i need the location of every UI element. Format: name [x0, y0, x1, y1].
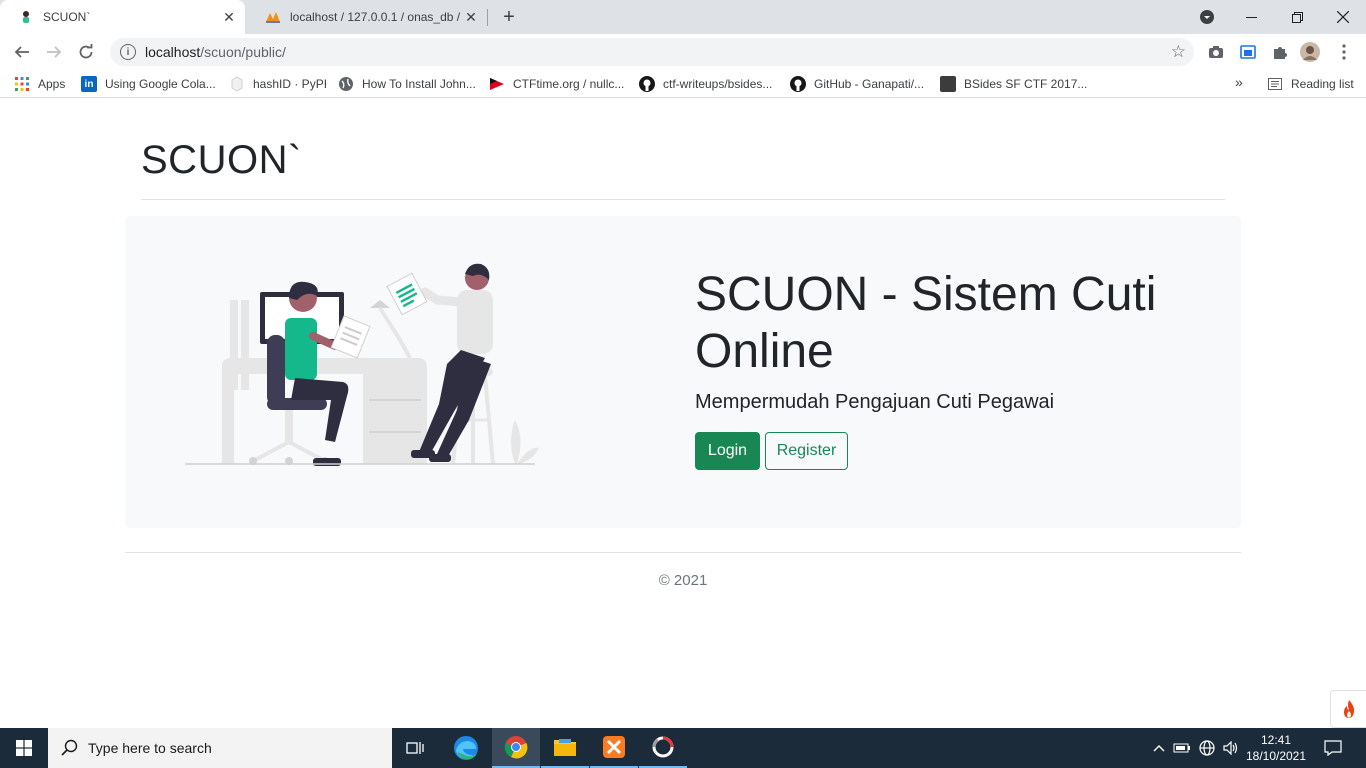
footer-divider: [125, 552, 1241, 553]
search-placeholder: Type here to search: [88, 740, 212, 756]
task-view-icon[interactable]: [392, 728, 440, 768]
clock-date: 18/10/2021: [1245, 749, 1307, 763]
page-icon: [940, 76, 956, 92]
footer-copyright: © 2021: [658, 572, 708, 589]
bookmark-label: How To Install John...: [362, 77, 476, 91]
search-icon: [61, 739, 78, 756]
hero-section: SCUON - Sistem Cuti Online Mempermudah P…: [125, 216, 1241, 528]
bookmark-label: ctf-writeups/bsides...: [663, 77, 773, 91]
globe-icon: [338, 76, 354, 92]
github-icon: [790, 76, 806, 92]
windows-taskbar: Type here to search 12:41 18/10/2021: [0, 728, 1366, 768]
bookmark-label: Using Google Cola...: [105, 77, 216, 91]
tab-close-icon[interactable]: ✕: [219, 7, 239, 27]
notifications-icon[interactable]: [1320, 728, 1346, 768]
network-globe-icon[interactable]: [1196, 728, 1218, 768]
chrome-icon[interactable]: [492, 728, 540, 768]
windows-start-icon[interactable]: [0, 728, 48, 768]
browser-toolbar: i localhost/scuon/public/ ☆: [0, 34, 1366, 70]
bookmarks-overflow[interactable]: »: [1235, 74, 1243, 90]
clock-time: 12:41: [1260, 733, 1292, 747]
site-info-icon[interactable]: i: [120, 44, 136, 60]
header-divider: [141, 199, 1225, 200]
extensions-puzzle-icon[interactable]: [1270, 42, 1290, 62]
debug-toolbar-fire-icon[interactable]: [1330, 690, 1366, 728]
bookmark-label: Apps: [38, 77, 66, 91]
tab-strip: SCUON` ✕ localhost / 127.0.0.1 / onas_db…: [0, 0, 1366, 34]
screenshot-extension-icon[interactable]: [1238, 42, 1258, 62]
tab-phpmyadmin[interactable]: localhost / 127.0.0.1 / onas_db / i ✕: [247, 0, 487, 34]
tab-close-icon[interactable]: ✕: [461, 7, 481, 27]
url-text: localhost/scuon/public/: [145, 44, 286, 60]
bookmark-bsides-sf[interactable]: BSides SF CTF 2017...: [940, 76, 1087, 92]
apps-grid-icon: [14, 76, 30, 92]
bookmark-install-john[interactable]: How To Install John...: [338, 76, 476, 92]
pypi-icon: [229, 76, 245, 92]
ctftime-icon: [489, 76, 505, 92]
register-button[interactable]: Register: [765, 432, 848, 470]
tab-separator: [487, 9, 488, 26]
app-ring-icon[interactable]: [639, 728, 687, 768]
bookmark-ctftime[interactable]: CTFtime.org / nullc...: [489, 76, 624, 92]
camera-icon[interactable]: [1206, 42, 1226, 62]
address-bar[interactable]: i localhost/scuon/public/ ☆: [110, 38, 1194, 66]
volume-icon[interactable]: [1220, 728, 1242, 768]
tab-title: localhost / 127.0.0.1 / onas_db / i: [290, 10, 461, 24]
edge-browser-icon[interactable]: [442, 728, 490, 768]
tab-search-icon[interactable]: [1184, 0, 1230, 34]
reading-list-icon: [1267, 76, 1283, 92]
tab-title: SCUON`: [43, 10, 91, 24]
reading-list-button[interactable]: Reading list: [1267, 76, 1354, 92]
tray-overflow-chevron-icon[interactable]: [1150, 728, 1168, 768]
bookmark-google-colab[interactable]: in Using Google Cola...: [81, 76, 216, 92]
scuon-favicon-icon: [18, 9, 34, 25]
linkedin-icon: in: [81, 76, 97, 92]
forward-icon[interactable]: [40, 38, 68, 66]
reading-list-label: Reading list: [1291, 77, 1354, 91]
menu-kebab-icon[interactable]: [1334, 42, 1354, 62]
back-icon[interactable]: [8, 38, 36, 66]
bookmark-github-ganapati[interactable]: GitHub - Ganapati/...: [790, 76, 924, 92]
new-tab-icon[interactable]: +: [497, 5, 521, 29]
battery-icon[interactable]: [1172, 728, 1192, 768]
minimize-icon[interactable]: [1228, 0, 1274, 34]
office-illustration: [185, 263, 539, 466]
phpmyadmin-favicon-icon: [265, 9, 281, 25]
bookmark-label: GitHub - Ganapati/...: [814, 77, 925, 91]
github-icon: [639, 76, 655, 92]
hero-subtitle: Mempermudah Pengajuan Cuti Pegawai: [695, 391, 1055, 413]
file-explorer-icon[interactable]: [541, 728, 589, 768]
bookmark-apps[interactable]: Apps: [14, 76, 65, 92]
xampp-icon[interactable]: [590, 728, 638, 768]
login-button[interactable]: Login: [695, 432, 760, 470]
profile-avatar-icon[interactable]: [1300, 42, 1320, 62]
bookmarks-bar: Apps in Using Google Cola... hashID · Py…: [0, 70, 1366, 98]
tab-scuon[interactable]: SCUON` ✕: [0, 0, 245, 34]
bookmark-ctf-writeups[interactable]: ctf-writeups/bsides...: [639, 76, 772, 92]
site-brand[interactable]: SCUON`: [141, 138, 302, 183]
bookmark-label: hashID · PyPI: [253, 77, 328, 91]
bookmark-label: CTFtime.org / nullc...: [513, 77, 625, 91]
restore-icon[interactable]: [1274, 0, 1320, 34]
bookmark-label: BSides SF CTF 2017...: [964, 77, 1088, 91]
taskbar-search-box[interactable]: Type here to search: [48, 728, 392, 768]
bookmark-hashid-pypi[interactable]: hashID · PyPI: [229, 76, 327, 92]
system-clock[interactable]: 12:41 18/10/2021: [1244, 732, 1308, 764]
hero-title: SCUON - Sistem Cuti Online: [695, 268, 1157, 378]
close-window-icon[interactable]: [1320, 0, 1366, 34]
bookmark-star-icon[interactable]: ☆: [1171, 42, 1186, 62]
reload-icon[interactable]: [72, 38, 100, 66]
